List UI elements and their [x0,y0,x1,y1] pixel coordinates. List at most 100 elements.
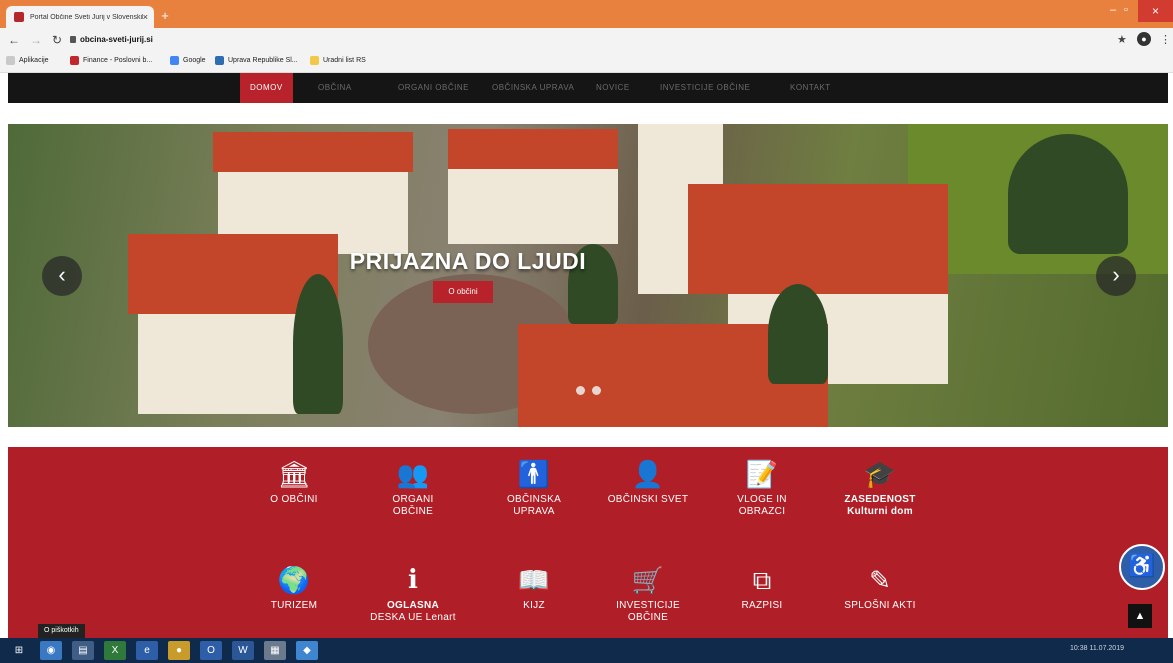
hero-tree [1008,134,1128,254]
tile-kijz[interactable]: 📖 KIJZ [486,565,582,612]
hero-roof [688,184,948,294]
scroll-to-top-button[interactable]: ▲ [1128,604,1152,628]
accessibility-icon: ♿ [1128,553,1156,578]
graduation-cap-icon: 🎓 [863,459,897,489]
tile-investicije[interactable]: 🛒 INVESTICIJE OBČINE [600,565,696,624]
hero-tree [768,284,828,384]
bookmark-uradni-list[interactable]: Uradni list RS [310,56,366,65]
hero-title: PRIJAZNA DO LJUDI [349,248,587,274]
bookmark-google[interactable]: Google [170,56,206,65]
tile-vloge-in-obrazci[interactable]: 📝 VLOGE IN OBRAZCI [714,459,810,518]
bookmark-label: Uradni list RS [323,57,366,64]
bookmark-apps[interactable]: Aplikacije [6,56,49,65]
nav-domov[interactable]: DOMOV [240,73,293,103]
site-favicon-icon [14,12,24,22]
tile-sublabel: Kulturni dom [847,506,913,517]
slider-prev-button[interactable]: ‹ [42,256,82,296]
bookmark-finance[interactable]: Finance - Poslovni b... [70,56,152,65]
accessibility-button[interactable]: ♿ [1119,544,1165,590]
address-bar: ← → ↻ obcina-sveti-jurij.si ★ ● ⋮ [0,28,1173,52]
browser-menu-icon[interactable]: ⋮ [1160,33,1171,46]
secure-lock-icon [70,36,76,43]
finance-icon [70,56,79,65]
edit-icon: ✎ [869,565,891,595]
tile-splosni-akti[interactable]: ✎ SPLOŠNI AKTI [832,565,928,612]
nav-investicije[interactable]: INVESTICIJE OBČINE [660,73,750,103]
site-navigation: DOMOV OBČINA ORGANI OBČINE OBČINSKA UPRA… [8,73,1168,103]
tile-razpisi[interactable]: ⧉ RAZPISI [714,565,810,612]
close-window-button[interactable]: × [1138,0,1173,22]
book-icon: 📖 [517,565,551,595]
cookies-tooltip: O piškotkih [38,624,85,638]
back-arrow-icon[interactable]: ← [8,33,20,47]
tile-oglasna-deska[interactable]: i OGLASNA DESKA UE Lenart [365,565,461,624]
user-circle-icon: 👤 [631,459,665,489]
info-icon: i [408,565,418,595]
calc-taskbar-icon[interactable]: ▦ [264,641,286,660]
ie-taskbar-icon[interactable]: e [136,641,158,660]
hero-tree [293,274,343,414]
nav-kontakt[interactable]: KONTAKT [790,73,831,103]
tile-label: ZASEDENOST [844,494,916,505]
bookmark-label: Uprava Republike Sl... [228,57,298,64]
system-tray-clock[interactable]: 10:38 11.07.2019 [1070,645,1124,652]
bookmark-label: Finance - Poslovni b... [83,57,153,64]
bookmark-uprava[interactable]: Uprava Republike Sl... [215,56,298,65]
cart-plus-icon: 🛒 [631,565,665,595]
tile-label: OBČINSKI SVET [607,494,689,505]
gov-icon [215,56,224,65]
word-taskbar-icon[interactable]: W [232,641,254,660]
tile-obcinski-svet[interactable]: 👤 OBČINSKI SVET [600,459,696,506]
windows-start-icon[interactable]: ⊞ [8,641,30,660]
forward-arrow-icon[interactable]: → [30,33,42,47]
minimize-window-button[interactable]: – [1110,4,1116,16]
browser-tab[interactable]: Portal Občine Sveti Jurij v Slovenskih g… [6,6,154,28]
tile-label: INVESTICIJE [616,600,680,611]
maximize-window-button[interactable]: ▫ [1124,4,1128,16]
windows-taskbar: ⊞ ◉ ▤ X e ● O W ▦ ◆ 10:38 11.07.2019 [0,638,1173,663]
nav-novice[interactable]: NOVICE [596,73,630,103]
tile-zasedenost[interactable]: 🎓 ZASEDENOST Kulturni dom [832,459,928,518]
slider-dot[interactable] [576,386,585,395]
tile-obcinska-uprava[interactable]: 🚹 OBČINSKA UPRAVA [486,459,582,518]
nav-obcinska-uprava[interactable]: OBČINSKA UPRAVA [492,73,574,103]
chrome-taskbar-icon[interactable]: ◉ [40,641,62,660]
outlook-taskbar-icon[interactable]: O [200,641,222,660]
tile-sublabel: OBČINE [627,612,669,623]
app2-taskbar-icon[interactable]: ◆ [296,641,318,660]
tile-organi-obcine[interactable]: 👥 ORGANI OBČINE [365,459,461,518]
files-taskbar-icon[interactable]: ▤ [72,641,94,660]
app-taskbar-icon[interactable]: ● [168,641,190,660]
tile-sublabel: UPRAVA [513,506,555,517]
tile-turizem[interactable]: 🌍 TURIZEM [246,565,342,612]
hero-slider: ‹ › PRIJAZNA DO LJUDI O občini [8,124,1168,427]
form-icon: 📝 [745,459,779,489]
slider-dot[interactable] [592,386,601,395]
copy-icon: ⧉ [752,565,772,595]
close-tab-icon[interactable]: × [143,12,148,22]
hero-about-button[interactable]: O občini [433,281,493,303]
users-icon: 👥 [396,459,430,489]
tile-label: ORGANI [392,494,434,505]
hero-building [448,164,618,244]
tile-label: TURIZEM [270,600,318,611]
quick-links-panel: 🏛 O OBČINI 👥 ORGANI OBČINE 🚹 OBČINSKA UP… [8,447,1168,639]
account-avatar-icon[interactable]: ● [1137,32,1151,46]
tile-label: OBČINSKA [506,494,562,505]
bookmark-label: Aplikacije [19,57,49,64]
nav-organi-obcine[interactable]: ORGANI OBČINE [398,73,469,103]
url-field[interactable]: obcina-sveti-jurij.si [80,35,153,44]
slider-next-button[interactable]: › [1096,256,1136,296]
reload-icon[interactable]: ↻ [52,33,62,47]
tile-o-obcini[interactable]: 🏛 O OBČINI [246,459,342,506]
browser-tab-bar: Portal Občine Sveti Jurij v Slovenskih g… [0,0,1173,28]
nav-obcina[interactable]: OBČINA [318,73,352,103]
new-tab-button[interactable]: + [158,9,172,23]
excel-taskbar-icon[interactable]: X [104,641,126,660]
hero-roof [448,129,618,169]
tile-sublabel: DESKA UE Lenart [370,612,456,623]
bookmark-star-icon[interactable]: ★ [1117,33,1127,46]
chevron-up-icon: ▲ [1134,610,1146,622]
tile-sublabel: OBČINE [392,506,434,517]
tile-label: KIJZ [523,600,545,611]
